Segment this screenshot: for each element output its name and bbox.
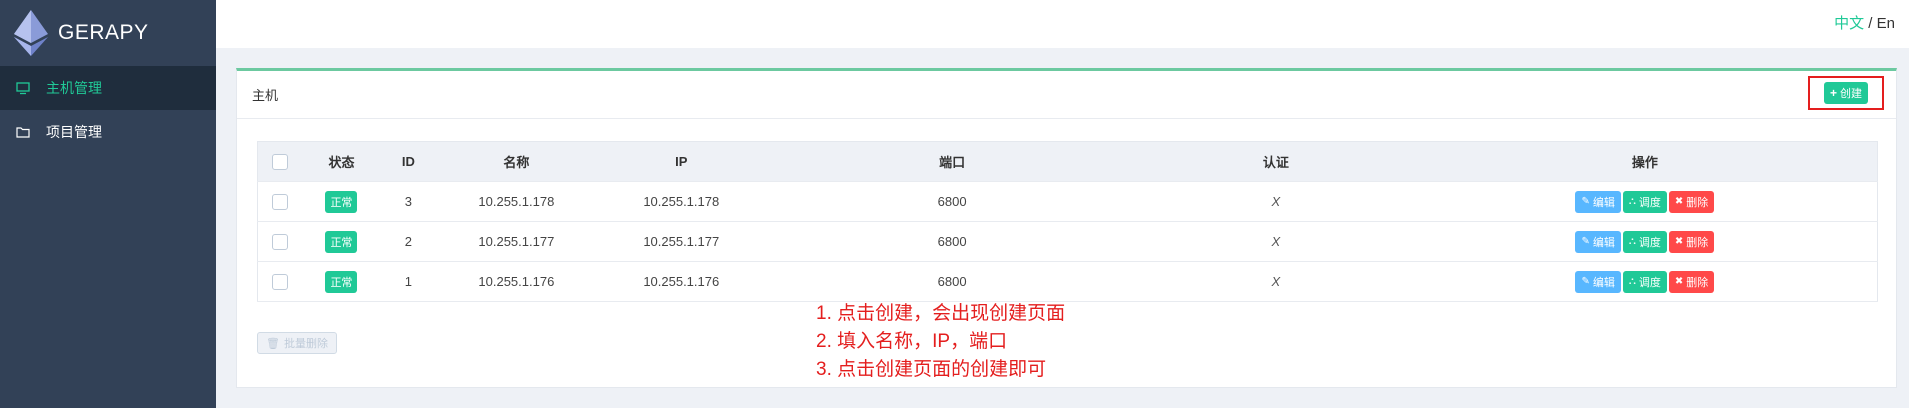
schedule-label: 调度 <box>1638 196 1661 209</box>
actions-cell: ✎ 编辑 ⛬ 调度 ✖ 删除 <box>1412 261 1878 302</box>
close-icon: ✖ <box>1674 276 1684 287</box>
close-icon: ✖ <box>1674 236 1684 247</box>
create-button-label: 创建 <box>1840 88 1862 100</box>
row-checkbox[interactable] <box>271 233 288 250</box>
create-highlight-box: + 创建 <box>1808 76 1884 110</box>
sidebar-item-hosts[interactable]: 主机管理 <box>0 66 216 110</box>
column-header-auth: 认证 <box>1138 141 1413 182</box>
edit-label: 编辑 <box>1592 276 1615 289</box>
batch-delete-label: 批量删除 <box>283 338 328 350</box>
hosts-panel: 主机 + 创建 状态 ID 名称 IP 端口 认证 操作 正常 3 10.255… <box>236 68 1897 388</box>
status-badge: 正常 <box>325 190 358 213</box>
language-switcher: 中文 / En <box>1834 12 1895 33</box>
close-icon: ✖ <box>1674 196 1684 207</box>
hosts-table: 状态 ID 名称 IP 端口 认证 操作 正常 3 10.255.1.178 1… <box>257 141 1878 302</box>
folder-icon <box>16 127 30 138</box>
status-badge: 正常 <box>325 270 358 293</box>
actions-cell: ✎ 编辑 ⛬ 调度 ✖ 删除 <box>1412 221 1878 262</box>
cell-ip: 10.255.1.177 <box>597 221 766 262</box>
schedule-label: 调度 <box>1638 236 1661 249</box>
actions-cell: ✎ 编辑 ⛬ 调度 ✖ 删除 <box>1412 181 1878 222</box>
cell-name: 10.255.1.176 <box>435 261 598 302</box>
lang-zh-link[interactable]: 中文 <box>1834 15 1864 32</box>
column-header-ip: IP <box>597 141 766 182</box>
annotation-line: 1. 点击创建，会出现创建页面 <box>816 303 1066 324</box>
sidebar-item-label: 项目管理 <box>46 124 102 140</box>
column-header-port: 端口 <box>765 141 1139 182</box>
sidebar-item-label: 主机管理 <box>46 80 102 96</box>
select-all-cell <box>257 141 302 182</box>
cell-port: 6800 <box>765 221 1139 262</box>
lang-en-link[interactable]: En <box>1877 15 1895 32</box>
edit-button[interactable]: ✎ 编辑 <box>1575 270 1621 293</box>
cell-id: 1 <box>381 261 436 302</box>
sidebar-item-projects[interactable]: 项目管理 <box>0 110 216 154</box>
annotation-line: 3. 点击创建页面的创建即可 <box>816 359 1047 380</box>
schedule-label: 调度 <box>1638 276 1661 289</box>
cell-ip: 10.255.1.178 <box>597 181 766 222</box>
edit-label: 编辑 <box>1592 196 1615 209</box>
lang-separator: / <box>1864 15 1877 32</box>
select-all-checkbox[interactable] <box>271 153 288 170</box>
edit-button[interactable]: ✎ 编辑 <box>1575 230 1621 253</box>
sitemap-icon: ⛬ <box>1628 276 1636 287</box>
delete-label: 删除 <box>1686 236 1709 249</box>
column-header-id: ID <box>381 141 436 182</box>
brand[interactable]: GERAPY <box>0 0 216 66</box>
table-row: 正常 3 10.255.1.178 10.255.1.178 6800 X ✎ 编… <box>257 181 1878 222</box>
cell-port: 6800 <box>765 261 1139 302</box>
panel-header: 主机 <box>237 71 1896 119</box>
delete-button[interactable]: ✖ 删除 <box>1668 230 1715 253</box>
auth-status: X <box>1271 274 1281 289</box>
trash-icon: 🗑 <box>266 337 280 350</box>
table-row: 正常 1 10.255.1.176 10.255.1.176 6800 X ✎ 编… <box>257 261 1878 302</box>
cell-name: 10.255.1.178 <box>435 181 598 222</box>
panel-title: 主机 <box>252 88 279 103</box>
row-checkbox[interactable] <box>271 193 288 210</box>
delete-label: 删除 <box>1686 196 1709 209</box>
column-header-status: 状态 <box>301 141 382 182</box>
plus-icon: + <box>1829 86 1837 100</box>
edit-button[interactable]: ✎ 编辑 <box>1575 190 1621 213</box>
annotation-notes: 1. 点击创建，会出现创建页面 2. 填入名称，IP，端口 3. 点击创建页面的… <box>816 300 1065 384</box>
edit-label: 编辑 <box>1592 236 1615 249</box>
edit-icon: ✎ <box>1581 276 1590 287</box>
brand-name: GERAPY <box>58 21 149 44</box>
schedule-button[interactable]: ⛬ 调度 <box>1622 270 1667 293</box>
delete-button[interactable]: ✖ 删除 <box>1668 190 1715 213</box>
schedule-button[interactable]: ⛬ 调度 <box>1622 190 1667 213</box>
sitemap-icon: ⛬ <box>1628 196 1636 207</box>
top-bar: 中文 / En <box>216 0 1909 48</box>
cell-id: 2 <box>381 221 436 262</box>
table-row: 正常 2 10.255.1.177 10.255.1.177 6800 X ✎ 编… <box>257 221 1878 262</box>
annotation-line: 2. 填入名称，IP，端口 <box>816 331 1008 352</box>
cell-port: 6800 <box>765 181 1139 222</box>
ethereum-logo-icon <box>14 10 48 56</box>
schedule-button[interactable]: ⛬ 调度 <box>1622 230 1667 253</box>
batch-delete-button[interactable]: 🗑 批量删除 <box>257 332 337 354</box>
sidebar: GERAPY 主机管理 项目管理 <box>0 0 216 408</box>
row-checkbox[interactable] <box>271 273 288 290</box>
auth-status: X <box>1271 194 1281 209</box>
table-header-row: 状态 ID 名称 IP 端口 认证 操作 <box>257 141 1878 182</box>
auth-status: X <box>1271 234 1281 249</box>
edit-icon: ✎ <box>1581 196 1590 207</box>
status-badge: 正常 <box>325 230 358 253</box>
delete-label: 删除 <box>1686 276 1709 289</box>
delete-button[interactable]: ✖ 删除 <box>1668 270 1715 293</box>
monitor-icon <box>16 82 30 95</box>
cell-name: 10.255.1.177 <box>435 221 598 262</box>
create-button[interactable]: + 创建 <box>1823 82 1868 104</box>
cell-id: 3 <box>381 181 436 222</box>
edit-icon: ✎ <box>1581 236 1590 247</box>
sitemap-icon: ⛬ <box>1628 236 1636 247</box>
column-header-actions: 操作 <box>1412 141 1878 182</box>
cell-ip: 10.255.1.176 <box>597 261 766 302</box>
column-header-name: 名称 <box>435 141 598 182</box>
